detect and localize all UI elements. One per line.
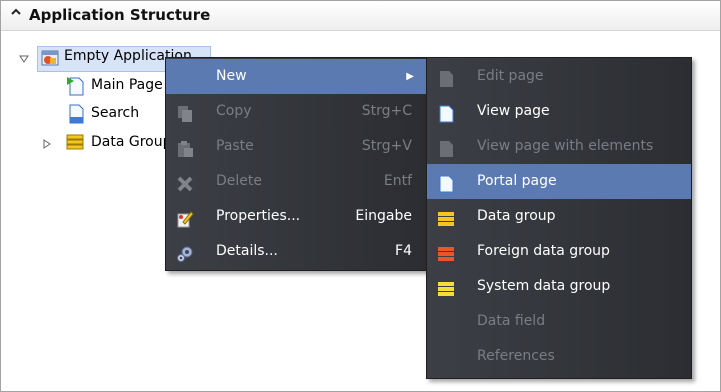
menu-item-label: View page: [477, 103, 550, 119]
submenu-arrow-icon: ▶: [406, 71, 414, 82]
menu-item-shortcut: Eingabe: [355, 208, 412, 224]
menu-item-copy[interactable]: Copy Strg+C: [166, 94, 426, 129]
paste-icon: [176, 137, 194, 157]
menu-item-label: Paste: [216, 138, 254, 154]
submenu-item-edit-page[interactable]: Edit page: [427, 59, 691, 94]
collapsed-triangle-icon[interactable]: [43, 139, 51, 152]
menu-item-label: New: [216, 68, 247, 84]
edit-page-icon: [437, 67, 455, 87]
data-group-icon: [437, 207, 455, 226]
submenu-item-data-group[interactable]: Data group: [427, 199, 691, 234]
tree-item-label[interactable]: Search: [91, 105, 139, 121]
menu-item-new[interactable]: New ▶: [166, 59, 426, 94]
tree-item-label[interactable]: Main Page: [91, 77, 163, 93]
system-data-group-icon: [437, 277, 455, 296]
menu-item-label: Delete: [216, 173, 262, 189]
expanded-triangle-icon[interactable]: [19, 55, 29, 66]
menu-item-label: References: [477, 348, 555, 364]
menu-item-properties[interactable]: Properties... Eingabe: [166, 199, 426, 234]
properties-icon: [176, 207, 194, 228]
details-icon: [176, 242, 194, 262]
menu-item-label: Copy: [216, 103, 252, 119]
menu-item-label: Portal page: [477, 173, 557, 189]
menu-item-label: Data field: [477, 313, 546, 329]
start-page-icon: [66, 76, 84, 96]
menu-item-label: View page with elements: [477, 138, 654, 154]
page-icon: [67, 104, 85, 124]
data-group-icon: [66, 133, 84, 151]
submenu-item-portal-page[interactable]: Portal page: [427, 164, 691, 199]
panel-title: Application Structure: [29, 6, 211, 24]
new-submenu: Edit page View page View page with eleme…: [426, 57, 692, 379]
context-menu: New ▶ Copy Strg+C Paste Strg+V Delete En…: [165, 57, 427, 271]
menu-item-shortcut: Strg+V: [361, 138, 412, 154]
menu-item-details[interactable]: Details... F4: [166, 234, 426, 269]
menu-item-shortcut: Strg+C: [361, 103, 412, 119]
menu-item-shortcut: Entf: [383, 173, 412, 189]
submenu-item-foreign-data-group[interactable]: Foreign data group: [427, 234, 691, 269]
tree-item-label[interactable]: Data Group: [91, 134, 172, 150]
portal-page-icon: [437, 172, 455, 193]
menu-item-label: Properties...: [216, 208, 301, 224]
delete-icon: [176, 172, 194, 192]
foreign-data-group-icon: [437, 242, 455, 261]
submenu-item-data-field[interactable]: Data field: [427, 304, 691, 339]
menu-item-label: Details...: [216, 243, 278, 259]
menu-item-label: Edit page: [477, 68, 544, 84]
submenu-item-view-page[interactable]: View page: [427, 94, 691, 129]
submenu-item-view-page-with-elements[interactable]: View page with elements: [427, 129, 691, 164]
submenu-item-references[interactable]: References: [427, 339, 691, 374]
copy-icon: [176, 102, 194, 122]
menu-item-label: Data group: [477, 208, 556, 224]
menu-item-shortcut: F4: [395, 243, 412, 259]
application-icon: [41, 49, 59, 67]
view-page-icon: [437, 102, 455, 123]
menu-item-delete[interactable]: Delete Entf: [166, 164, 426, 199]
panel-header[interactable]: Application Structure: [1, 1, 720, 31]
menu-item-paste[interactable]: Paste Strg+V: [166, 129, 426, 164]
collapse-chevron-icon[interactable]: [10, 6, 22, 22]
menu-item-label: System data group: [477, 278, 611, 294]
menu-item-label: Foreign data group: [477, 243, 610, 259]
view-page-elements-icon: [437, 137, 455, 157]
submenu-item-system-data-group[interactable]: System data group: [427, 269, 691, 304]
